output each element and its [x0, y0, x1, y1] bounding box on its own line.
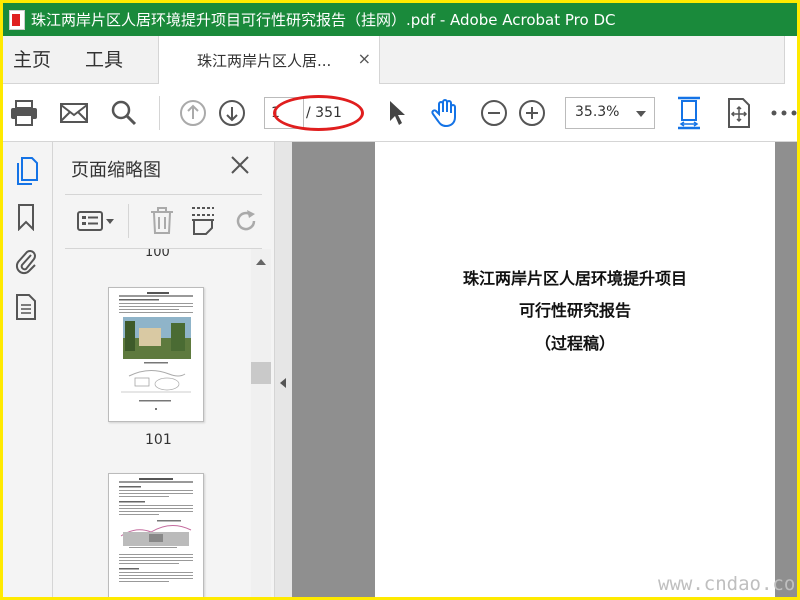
title-bar: 珠江两岸片区人居环境提升项目可行性研究报告（挂网）.pdf - Adobe Ac… — [3, 3, 797, 36]
chevron-down-icon — [636, 111, 646, 117]
tab-tools[interactable]: 工具 — [85, 36, 123, 84]
document-subtitle: （过程稿） — [534, 334, 615, 353]
document-title-line: 可行性研究报告 — [518, 301, 631, 320]
close-panel-icon[interactable] — [229, 154, 251, 180]
thumbnail-scrollbar[interactable] — [251, 249, 271, 597]
full-screen-icon[interactable] — [722, 96, 756, 130]
panel-title: 页面缩略图 — [71, 160, 161, 181]
zoom-out-icon[interactable] — [477, 96, 511, 130]
tab-home[interactable]: 主页 — [13, 36, 51, 84]
panel-collapse-handle[interactable] — [275, 142, 292, 597]
pdf-page: 珠江两岸片区人居环境提升项目 可行性研究报告 （过程稿） — [375, 142, 775, 597]
attachment-icon[interactable] — [11, 246, 41, 276]
next-page-icon[interactable] — [215, 96, 249, 130]
scroll-up-icon[interactable] — [256, 259, 266, 265]
thumbnail-page-label: 100 — [145, 249, 170, 260]
zoom-level-dropdown[interactable]: 35.3% — [565, 97, 655, 129]
main-toolbar: 1 / 351 35.3% — [3, 84, 797, 142]
document-title-line: 珠江两岸片区人居环境提升项目 — [462, 269, 687, 288]
zoom-in-icon[interactable] — [515, 96, 549, 130]
thumbnail-list[interactable]: 100 101 — [53, 249, 275, 597]
zoom-level-value: 35.3% — [575, 104, 620, 120]
red-highlight-annotation — [273, 95, 364, 131]
navigation-rail — [3, 142, 53, 597]
thumbnail-page-102[interactable] — [108, 473, 204, 597]
toolbar-separator — [159, 96, 160, 130]
panel-divider — [65, 194, 262, 195]
document-properties-icon[interactable] — [11, 292, 41, 322]
fit-page-icon[interactable] — [672, 96, 706, 130]
acrobat-pdf-icon — [9, 9, 25, 30]
tab-document[interactable]: 珠江两岸片区人居... × — [158, 36, 380, 85]
search-icon[interactable] — [107, 96, 141, 130]
hand-tool-icon[interactable] — [428, 96, 462, 130]
panel-tool-separator — [128, 204, 129, 238]
window-title: 珠江两岸片区人居环境提升项目可行性研究报告（挂网）.pdf - Adobe Ac… — [31, 11, 616, 29]
insert-page-icon[interactable] — [186, 204, 220, 238]
tab-bar: 主页 工具 珠江两岸片区人居... × — [3, 36, 797, 85]
chevron-left-icon — [280, 378, 286, 388]
previous-page-icon[interactable] — [176, 96, 210, 130]
delete-page-icon[interactable] — [145, 204, 179, 238]
rotate-page-icon[interactable] — [229, 204, 263, 238]
tab-document-label: 珠江两岸片区人居... — [197, 52, 332, 70]
scrollbar-thumb[interactable] — [251, 362, 271, 384]
close-tab-icon[interactable]: × — [358, 49, 371, 68]
tab-overflow[interactable] — [784, 36, 797, 84]
watermark-text: www.cndao.co — [658, 573, 796, 595]
app-window: 珠江两岸片区人居环境提升项目可行性研究报告（挂网）.pdf - Adobe Ac… — [3, 3, 797, 597]
email-icon[interactable] — [57, 96, 91, 130]
document-view[interactable]: 珠江两岸片区人居环境提升项目 可行性研究报告 （过程稿） — [292, 142, 797, 597]
print-icon[interactable] — [7, 96, 41, 130]
thumbnail-page-101[interactable] — [108, 287, 204, 422]
thumbnail-page-label: 101 — [145, 432, 172, 448]
select-cursor-icon[interactable] — [380, 96, 414, 130]
more-tools-icon[interactable] — [767, 96, 797, 130]
thumbnail-options-icon[interactable] — [75, 204, 117, 238]
bookmark-icon[interactable] — [11, 202, 41, 232]
page-thumbnails-icon[interactable] — [11, 156, 41, 186]
page-thumbnails-panel: 页面缩略图 100 101 — [53, 142, 275, 597]
